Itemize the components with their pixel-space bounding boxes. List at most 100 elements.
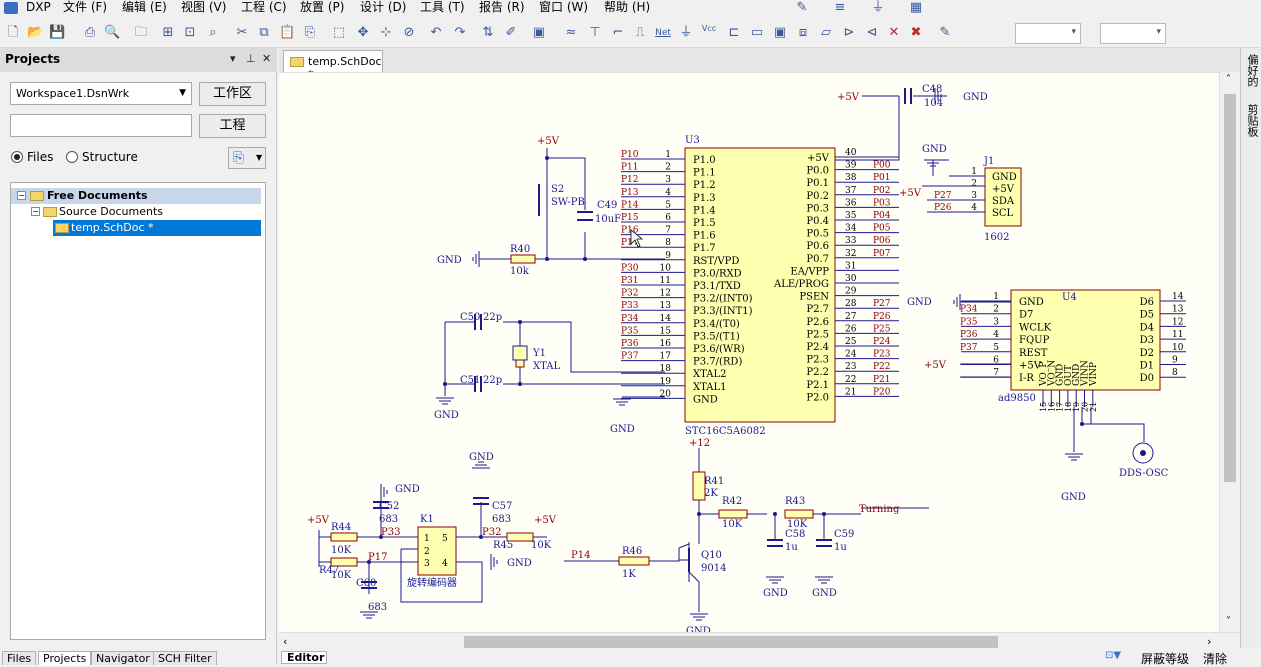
clear-button[interactable]: 清除 (1203, 650, 1227, 667)
tree-item-free-documents[interactable]: − Free Documents (11, 188, 261, 204)
collapse-icon[interactable]: − (17, 191, 26, 200)
no-erc-icon[interactable]: ✕ (886, 25, 902, 41)
menu-help[interactable]: 帮助 (H) (604, 0, 650, 16)
toolbar-combo-2[interactable]: ▾ (1100, 23, 1166, 44)
vertical-scroll-thumb[interactable] (1224, 94, 1236, 482)
net-label-icon[interactable]: Net (652, 25, 674, 41)
menu-project[interactable]: 工程 (C) (241, 0, 287, 16)
text-string-icon[interactable]: ✎ (937, 25, 953, 41)
compile-mask-icon[interactable]: ✖ (908, 25, 924, 41)
schematic-canvas[interactable]: 1 P1.0 P10 2 P1.1 P11 3 P1.2 P12 4 P1.3 P13 5 P1.4 P14… (279, 72, 1240, 632)
project-input[interactable] (10, 114, 192, 137)
menu-dxp[interactable]: DXP (26, 0, 51, 16)
vcc-port-icon[interactable]: Vcc (700, 21, 718, 37)
menu-place[interactable]: 放置 (P) (300, 0, 344, 16)
harness-connector-icon[interactable]: ⊳ (841, 25, 857, 41)
workspace-button[interactable]: 工作区 (199, 82, 266, 106)
signal-harness-icon[interactable]: ⎍ (632, 25, 648, 41)
cross-probe-icon[interactable]: ✐ (503, 25, 519, 41)
print-icon[interactable]: ⎙ (82, 25, 98, 41)
tab-clipboard[interactable]: 剪贴板 (1244, 104, 1260, 137)
tab-navigator[interactable]: Navigator (91, 651, 155, 665)
select-area-icon[interactable]: ⬚ (331, 25, 347, 41)
project-options-button[interactable]: ⎘ ▼ (228, 147, 266, 169)
scroll-right-icon[interactable]: › (1207, 635, 1211, 648)
workspace-select[interactable]: Workspace1.DsnWrk ▼ (10, 82, 192, 105)
menu-edit[interactable]: 编辑 (E) (122, 0, 167, 16)
u4-net-label: P37 (960, 343, 978, 353)
copy-icon[interactable]: ⧉ (256, 25, 272, 41)
menu-reports[interactable]: 报告 (R) (479, 0, 525, 16)
zoom-selected-icon[interactable]: ⌕ (205, 25, 221, 41)
menu-tools[interactable]: 工具 (T) (420, 0, 465, 16)
tab-projects[interactable]: Projects (38, 651, 92, 665)
label-5v-u4: +5V (924, 360, 947, 371)
open-project-icon[interactable]: 🗀 (133, 25, 149, 41)
new-file-icon[interactable]: 🗋 (5, 25, 21, 41)
zoom-fit-icon[interactable]: ⊞ (160, 25, 176, 41)
c57-ref: C57 (492, 501, 512, 512)
pencil-icon[interactable]: ✎ (794, 0, 810, 16)
redo-icon[interactable]: ↷ (452, 25, 468, 41)
open-folder-icon[interactable]: 📂 (27, 25, 43, 41)
menu-file[interactable]: 文件 (F) (63, 0, 107, 16)
ground-power-icon[interactable]: ⏚ (870, 0, 886, 16)
grid-icon[interactable]: ▦ (908, 0, 924, 16)
move-icon[interactable]: ✥ (355, 25, 371, 41)
hierarchy-icon[interactable]: ⇅ (480, 25, 496, 41)
menu-design[interactable]: 设计 (D) (360, 0, 406, 16)
wire-icon[interactable]: ≈ (563, 25, 579, 41)
paste-icon[interactable]: 📋 (279, 25, 295, 41)
tab-files[interactable]: Files (2, 651, 37, 665)
label-gnd-c58: GND (763, 588, 788, 599)
sheet-symbol-icon[interactable]: ▭ (749, 25, 765, 41)
tab-favorites[interactable]: 偏好的 (1244, 54, 1260, 87)
rubber-stamp-icon[interactable]: ⎘ (302, 25, 318, 41)
tree-item-source-documents[interactable]: − Source Documents (11, 204, 261, 220)
project-button[interactable]: 工程 (199, 114, 266, 138)
bus-icon[interactable]: ⊤ (587, 25, 603, 41)
bus-entry-icon[interactable]: ⌐ (610, 25, 626, 41)
horizontal-scroll-thumb[interactable] (464, 636, 998, 648)
gnd-port-icon[interactable]: ⏚ (678, 25, 694, 41)
scroll-down-icon[interactable]: ˅ (1226, 616, 1231, 627)
deselect-icon[interactable]: ⊘ (401, 25, 417, 41)
close-icon[interactable]: ✕ (262, 52, 271, 65)
scroll-up-icon[interactable]: ˄ (1226, 74, 1231, 85)
u3-pin-name: P1.1 (693, 168, 716, 179)
panel-menu-icon[interactable]: ▾ (230, 52, 236, 65)
save-icon[interactable]: 💾 (49, 25, 65, 41)
sheet-entry-icon[interactable]: ▣ (772, 25, 788, 41)
mask-filter-icon[interactable]: ⊡▼ (1105, 650, 1121, 661)
place-part-icon[interactable]: ⊏ (726, 25, 742, 41)
zoom-area-icon[interactable]: ⊡ (182, 25, 198, 41)
tab-sch-filter[interactable]: SCH Filter (153, 651, 217, 665)
tree-item-temp-schdoc[interactable]: temp.SchDoc * (53, 220, 261, 236)
label-gnd-u4-bottom: GND (1061, 492, 1086, 503)
port-icon[interactable]: ▱ (818, 25, 834, 41)
collapse-icon[interactable]: − (31, 207, 40, 216)
scroll-left-icon[interactable]: ‹ (283, 635, 287, 648)
horizontal-scrollbar[interactable]: ‹ › (279, 632, 1240, 650)
files-radio[interactable] (11, 151, 23, 163)
device-sheet-icon[interactable]: ⧈ (795, 25, 811, 41)
print-preview-icon[interactable]: 🔍 (104, 25, 120, 41)
menu-window[interactable]: 窗口 (W) (539, 0, 588, 16)
editor-tab[interactable]: Editor (281, 651, 327, 664)
off-sheet-icon[interactable]: ⊲ (864, 25, 880, 41)
dxp-logo-icon[interactable] (4, 0, 18, 16)
select-cross-icon[interactable]: ⊹ (378, 25, 394, 41)
vertical-scrollbar[interactable]: ˄ ˅ (1219, 72, 1240, 632)
pin-icon[interactable]: ⊥ (246, 52, 256, 65)
menu-view[interactable]: 视图 (V) (181, 0, 226, 16)
u3-pin-name: P3.7/(RD) (693, 357, 742, 368)
mask-level-label[interactable]: 屏蔽等级 (1141, 650, 1189, 667)
structure-radio[interactable] (66, 151, 78, 163)
align-icon[interactable]: ≡ (832, 0, 848, 16)
u3-pin-name: P2.5 (806, 329, 829, 340)
toolbar-combo-1[interactable]: ▾ (1015, 23, 1081, 44)
document-tab[interactable]: temp.SchDoc * (283, 50, 383, 81)
browse-library-icon[interactable]: ▣ (531, 25, 547, 41)
cut-icon[interactable]: ✂ (234, 25, 250, 41)
undo-icon[interactable]: ↶ (428, 25, 444, 41)
